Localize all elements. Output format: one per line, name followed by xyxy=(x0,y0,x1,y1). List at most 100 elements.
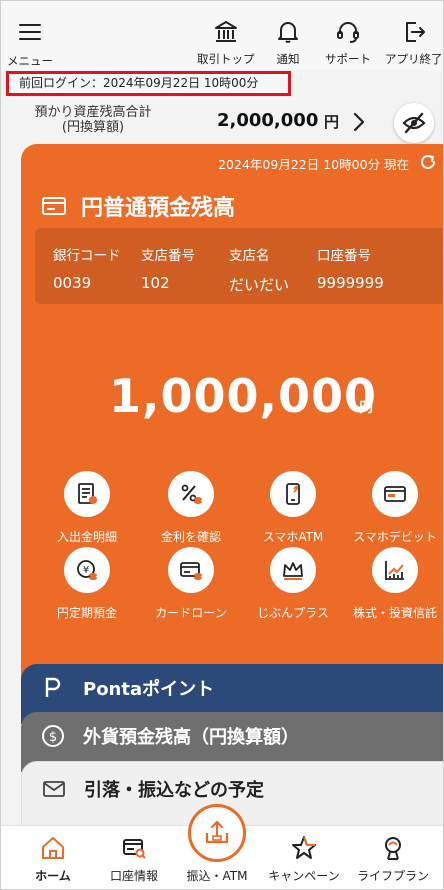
branch-no-label: 支店番号 xyxy=(141,248,195,264)
headset-icon xyxy=(337,22,359,43)
total-balance-label: 預かり資産残高合計 (円換算額) xyxy=(23,105,163,135)
account-info-box: 銀行コード 0039 支店番号 102 支店名 だいだい 口座番号 999999… xyxy=(35,228,443,304)
jibun-plus-button[interactable]: じぶんプラス xyxy=(243,547,343,621)
lifeplan-icon xyxy=(385,837,401,860)
nav-home[interactable]: ホーム xyxy=(9,834,97,884)
refresh-icon[interactable] xyxy=(419,153,437,171)
nav-transfer-atm[interactable] xyxy=(188,804,246,862)
statement-icon xyxy=(78,483,97,504)
nav-lifeplan[interactable]: ライフプラン xyxy=(349,834,437,884)
menu-label: メニュー xyxy=(7,54,53,68)
investment-label: 株式・投資信託 xyxy=(352,606,437,620)
account-no-label: 口座番号 xyxy=(317,248,371,264)
smartphone-atm-icon xyxy=(286,483,300,505)
interest-circle xyxy=(168,471,214,517)
time-deposit-icon: ¥ xyxy=(77,560,97,580)
forex-row: $ 外貨預金残高（円換算額） xyxy=(41,723,299,749)
debit-card-icon xyxy=(384,486,406,502)
forex-title: 外貨預金残高（円換算額） xyxy=(83,727,299,748)
exit-app-label: アプリ終了 xyxy=(385,52,443,66)
hamburger-icon xyxy=(19,24,41,40)
bell-icon xyxy=(278,22,298,43)
time-deposit-circle: ¥ xyxy=(64,547,110,593)
svg-text:$: $ xyxy=(49,730,57,745)
investment-button[interactable]: 株式・投資信託 xyxy=(345,547,443,621)
last-login-text: 前回ログイン：2024年09月22日 10時00分 xyxy=(6,71,291,96)
nav-account-info[interactable]: 口座情報 xyxy=(90,834,178,884)
svg-text:¥: ¥ xyxy=(83,565,89,576)
support-button[interactable]: サポート xyxy=(325,19,371,67)
total-balance-label-line2: (円換算額) xyxy=(61,120,125,135)
dollar-coin-icon: $ xyxy=(42,725,64,747)
ponta-p-icon xyxy=(45,677,61,697)
chevron-right-icon xyxy=(353,112,365,132)
bank-code-value: 0039 xyxy=(53,274,92,292)
nav-campaign-label: キャンペーン xyxy=(268,869,340,883)
debit-button[interactable]: スマホデビット xyxy=(345,471,443,545)
total-balance-row[interactable]: 預かり資産残高合計 (円換算額) 2,000,000 円 xyxy=(1,101,443,143)
chart-icon xyxy=(385,561,404,580)
bank-icon xyxy=(214,21,237,42)
header: メニュー 取引トップ 通知 サポート アプリ終了 xyxy=(1,1,443,71)
time-deposit-label: 円定期預金 xyxy=(56,606,117,620)
eye-off-icon xyxy=(402,112,426,134)
branch-name-col: 支店名 だいだい xyxy=(229,244,289,295)
yen-savings-card: 2024年09月22日 10時00分 現在 円普通預金残高 銀行コード 0039… xyxy=(21,144,443,704)
branch-no-value: 102 xyxy=(141,274,170,292)
branch-no-col: 支店番号 102 xyxy=(141,244,195,292)
crown-icon xyxy=(283,562,303,580)
smartphone-atm-button[interactable]: スマホATM xyxy=(243,471,343,545)
total-balance-label-line1: 預かり資産残高合計 xyxy=(34,105,152,120)
branch-name-value: だいだい xyxy=(229,276,290,294)
menu-button[interactable]: メニュー xyxy=(7,19,53,69)
yen-balance-unit: 円 xyxy=(359,400,373,416)
star-icon xyxy=(292,836,316,859)
debit-label: スマホデビット xyxy=(353,530,437,544)
nav-lifeplan-label: ライフプラン xyxy=(356,869,429,883)
statement-button[interactable]: 入出金明細 xyxy=(37,471,137,545)
hide-balance-button[interactable] xyxy=(394,103,434,143)
yen-balance-amount: 1,000,000 xyxy=(109,369,377,423)
total-balance-unit: 円 xyxy=(324,113,340,131)
smartphone-atm-label: スマホATM xyxy=(262,530,324,544)
card-title-row: 円普通預金残高 xyxy=(41,190,235,222)
bankbook-icon xyxy=(42,197,66,215)
smartphone-atm-circle xyxy=(270,471,316,517)
branch-name-label: 支店名 xyxy=(229,248,270,264)
nav-account-info-label: 口座情報 xyxy=(109,869,158,883)
home-icon xyxy=(42,837,64,859)
schedule-row: 引落・振込などの予定 xyxy=(42,776,264,802)
notification-button[interactable]: 通知 xyxy=(275,19,301,67)
trade-top-button[interactable]: 取引トップ xyxy=(197,19,255,67)
exit-app-button[interactable]: アプリ終了 xyxy=(385,19,443,67)
envelope-icon xyxy=(43,781,65,797)
schedule-title: 引落・振込などの予定 xyxy=(84,780,264,801)
ponta-title: Pontaポイント xyxy=(83,679,215,700)
notification-label: 通知 xyxy=(276,52,300,66)
app-screen: メニュー 取引トップ 通知 サポート アプリ終了 前回ログイン：2024年09月… xyxy=(0,0,444,890)
nav-campaign[interactable]: キャンペーン xyxy=(260,834,348,884)
exit-icon xyxy=(405,22,425,42)
transfer-icon xyxy=(205,820,229,844)
account-no-col: 口座番号 9999999 xyxy=(317,244,384,292)
jibun-plus-circle xyxy=(270,547,316,593)
ponta-row: Pontaポイント xyxy=(41,675,214,701)
bank-code-label: 銀行コード xyxy=(53,248,121,264)
interest-button[interactable]: 金利を確認 xyxy=(141,471,241,545)
statement-circle xyxy=(64,471,110,517)
jibun-plus-label: じぶんプラス xyxy=(257,606,329,620)
investment-circle xyxy=(372,547,418,593)
time-deposit-button[interactable]: ¥ 円定期預金 xyxy=(37,547,137,621)
card-loan-icon xyxy=(180,562,202,580)
total-balance-amount: 2,000,000 xyxy=(217,110,319,131)
interest-icon xyxy=(181,484,202,504)
nav-home-label: ホーム xyxy=(35,869,71,883)
card-timestamp: 2024年09月22日 10時00分 現在 xyxy=(218,157,409,172)
card-loan-button[interactable]: カードローン xyxy=(141,547,241,621)
support-label: サポート xyxy=(325,52,371,66)
statement-label: 入出金明細 xyxy=(56,530,117,544)
bank-code-col: 銀行コード 0039 xyxy=(53,244,121,292)
card-loan-circle xyxy=(168,547,214,593)
interest-label: 金利を確認 xyxy=(160,530,221,544)
account-no-value: 9999999 xyxy=(317,274,384,292)
